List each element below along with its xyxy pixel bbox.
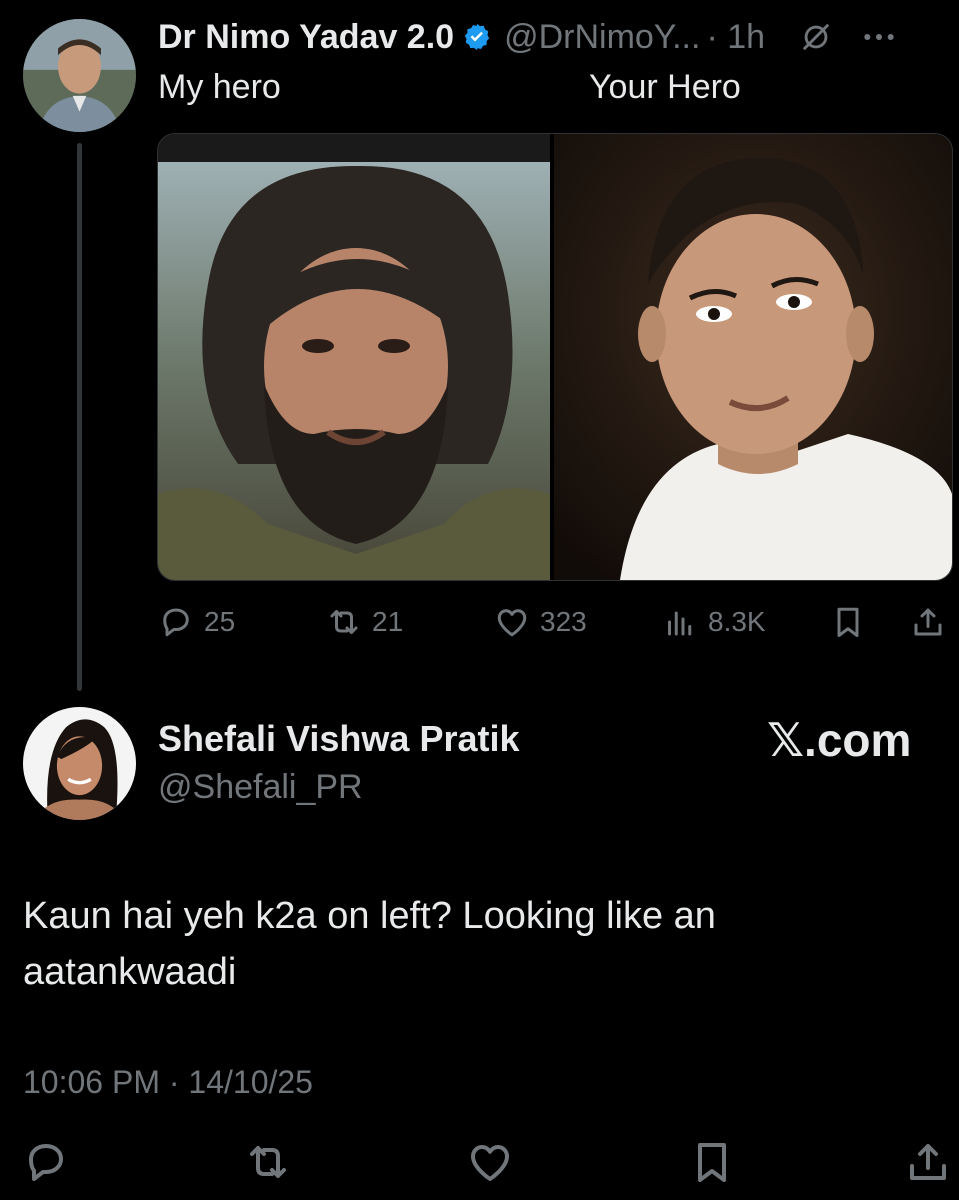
- thread-line: [77, 143, 82, 691]
- bookmark-icon: [837, 607, 859, 637]
- share-icon: [910, 1144, 946, 1180]
- views-count: 8.3K: [708, 606, 766, 637]
- repost-icon: [330, 610, 358, 634]
- more-icon[interactable]: [859, 17, 899, 57]
- grok-icon[interactable]: [799, 20, 833, 54]
- bookmark-icon: [698, 1143, 726, 1182]
- like-icon: [471, 1145, 509, 1181]
- reply-count: 25: [204, 606, 236, 637]
- tweet-text-left: My hero: [158, 68, 281, 106]
- tweet-media[interactable]: [157, 133, 953, 581]
- repost-button[interactable]: 21: [326, 600, 403, 644]
- author-handle[interactable]: @Shefali_PR: [158, 768, 363, 807]
- views-icon: [668, 611, 692, 636]
- tweet-text: Kaun hai yeh k2a on left? Looking like a…: [23, 895, 716, 993]
- tweet-text-right: Your Hero: [589, 68, 741, 106]
- left-photo: [158, 134, 550, 580]
- repost-count: 21: [372, 606, 404, 637]
- author-avatar[interactable]: [23, 707, 136, 820]
- tweet-time[interactable]: · 1h: [706, 18, 765, 57]
- quoted-tweet-header: Dr Nimo Yadav 2.0 @DrNimoY... · 1h: [158, 14, 958, 60]
- share-icon: [914, 608, 942, 636]
- quoted-tweet-actions: 25 21 323 8.3K: [158, 600, 950, 644]
- author-handle[interactable]: @DrNimoY...: [504, 18, 700, 57]
- repost-button[interactable]: [244, 1140, 292, 1184]
- views-button[interactable]: 8.3K: [662, 600, 766, 644]
- reply-icon: [29, 1144, 63, 1181]
- verified-badge-icon: [464, 23, 490, 51]
- right-photo: [554, 134, 952, 580]
- like-button[interactable]: 323: [494, 600, 587, 644]
- tweet-actions: [22, 1140, 952, 1196]
- tweet-timestamp[interactable]: 10:06 PM · 14/10/25: [23, 1064, 313, 1101]
- brand-watermark: 𝕏.com: [767, 714, 912, 766]
- reply-button[interactable]: 25: [158, 600, 235, 644]
- like-count: 323: [540, 606, 587, 637]
- author-name[interactable]: Shefali Vishwa Pratik: [158, 718, 520, 760]
- author-avatar[interactable]: [23, 19, 136, 132]
- reply-button[interactable]: [22, 1140, 70, 1184]
- bookmark-button[interactable]: [830, 600, 866, 644]
- reply-icon: [163, 608, 189, 637]
- share-button[interactable]: [904, 1140, 952, 1184]
- repost-icon: [250, 1146, 286, 1178]
- like-button[interactable]: [466, 1140, 514, 1184]
- author-name[interactable]: Dr Nimo Yadav 2.0: [158, 18, 454, 57]
- like-icon: [497, 609, 527, 637]
- bookmark-button[interactable]: [688, 1140, 736, 1184]
- share-button[interactable]: [910, 600, 946, 644]
